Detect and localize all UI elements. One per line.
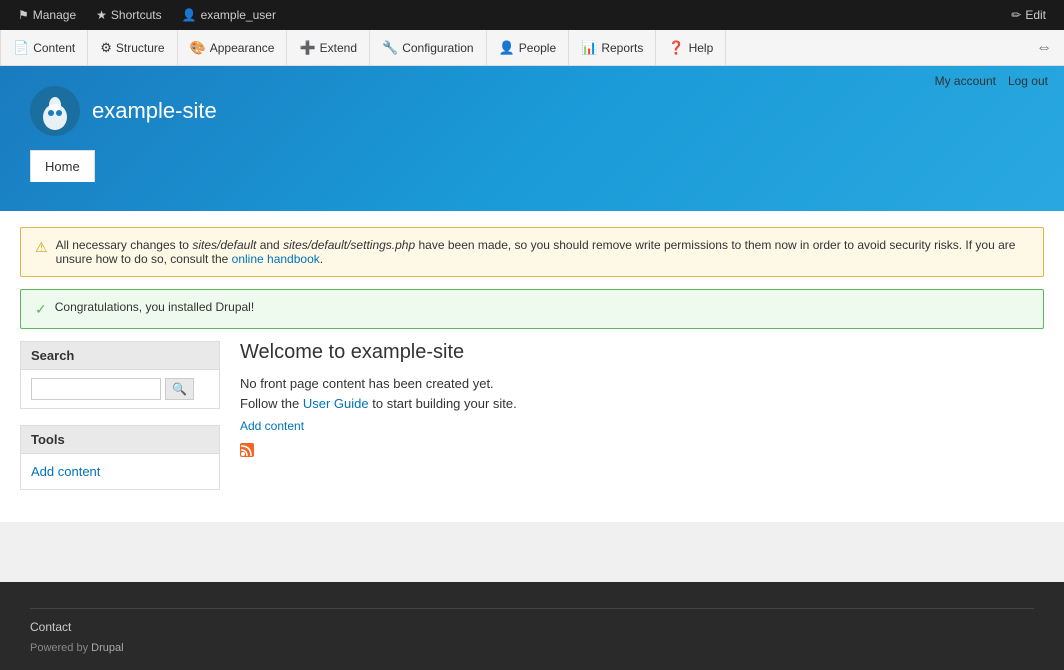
footer: Contact Powered by Drupal [0, 582, 1064, 670]
appearance-icon: 🎨 [190, 40, 206, 56]
reports-icon: 📊 [581, 40, 597, 56]
tools-block-title: Tools [21, 426, 219, 454]
toolbar-left: 📄 Content ⚙ Structure 🎨 Appearance ➕ Ext… [0, 30, 726, 66]
site-header: My account Log out example-site Home [0, 66, 1064, 211]
site-logo [30, 86, 80, 136]
warning-text: All necessary changes to sites/default a… [56, 238, 1029, 266]
add-content-main-link[interactable]: Add content [240, 417, 1044, 435]
toolbar-extend[interactable]: ➕ Extend [287, 30, 370, 66]
warning-alert: ⚠ All necessary changes to sites/default… [20, 227, 1044, 277]
toolbar-structure[interactable]: ⚙ Structure [88, 30, 177, 66]
body-text-2: Follow the User Guide to start building … [240, 394, 1044, 414]
admin-bar-left: ⚑ Manage ★ Shortcuts 👤 example_user [8, 0, 286, 30]
search-form: 🔍 [31, 378, 209, 400]
toolbar-structure-label: Structure [116, 41, 165, 55]
toolbar-content[interactable]: 📄 Content [0, 30, 88, 66]
expand-icon[interactable]: ⇔ [1032, 35, 1056, 61]
drupal-link[interactable]: Drupal [91, 642, 123, 654]
tools-block: Tools Add content [20, 425, 220, 490]
site-nav: Home [30, 150, 1034, 181]
extend-icon: ➕ [299, 40, 315, 56]
footer-divider [30, 608, 1034, 609]
footer-spacer [0, 522, 1064, 582]
user-label: example_user [201, 8, 276, 22]
drupal-logo-svg [35, 91, 75, 131]
toolbar-right: ⇔ [1032, 35, 1064, 61]
add-content-sidebar-link[interactable]: Add content [31, 462, 209, 481]
search-input[interactable] [31, 378, 161, 400]
success-text: Congratulations, you installed Drupal! [55, 300, 254, 314]
user-menu-item[interactable]: 👤 example_user [172, 0, 286, 30]
search-block: Search 🔍 [20, 341, 220, 409]
page-title: Welcome to example-site [240, 341, 1044, 364]
home-tab-link[interactable]: Home [30, 150, 95, 182]
content-icon: 📄 [13, 40, 29, 56]
success-alert: ✓ Congratulations, you installed Drupal! [20, 289, 1044, 329]
rss-icon[interactable] [240, 441, 1044, 465]
structure-icon: ⚙ [100, 40, 112, 56]
search-block-content: 🔍 [21, 370, 219, 408]
checkmark-icon: ✓ [35, 301, 47, 318]
pencil-icon: ✏ [1011, 8, 1021, 22]
help-icon: ❓ [668, 40, 684, 56]
nav-tabs: Home [30, 150, 1034, 181]
admin-bar: ⚑ Manage ★ Shortcuts 👤 example_user ✏ Ed… [0, 0, 1064, 30]
my-account-link[interactable]: My account [935, 74, 996, 88]
page-body: No front page content has been created y… [240, 374, 1044, 465]
body-text-1: No front page content has been created y… [240, 374, 1044, 394]
user-icon: 👤 [182, 8, 197, 22]
handbook-link[interactable]: online handbook [232, 252, 320, 266]
content-layout: Search 🔍 Tools Add content Welcome to ex… [20, 341, 1044, 506]
manage-label: Manage [33, 8, 76, 22]
edit-menu-item[interactable]: ✏ Edit [1001, 0, 1056, 30]
toolbar-reports[interactable]: 📊 Reports [569, 30, 656, 66]
secondary-toolbar: 📄 Content ⚙ Structure 🎨 Appearance ➕ Ext… [0, 30, 1064, 66]
toolbar-configuration[interactable]: 🔧 Configuration [370, 30, 487, 66]
toolbar-help[interactable]: ❓ Help [656, 30, 726, 66]
warning-icon: ⚠ [35, 239, 48, 256]
shortcuts-label: Shortcuts [111, 8, 162, 22]
toolbar-people-label: People [519, 41, 556, 55]
admin-bar-right: ✏ Edit [1001, 0, 1056, 30]
contact-link[interactable]: Contact [30, 620, 71, 634]
site-name-link[interactable]: example-site [92, 98, 217, 124]
search-block-title: Search [21, 342, 219, 370]
toolbar-content-label: Content [33, 41, 75, 55]
footer-links: Contact [30, 619, 1034, 634]
main-content: ⚠ All necessary changes to sites/default… [0, 211, 1064, 522]
configuration-icon: 🔧 [382, 40, 398, 56]
tools-block-content: Add content [21, 454, 219, 489]
toolbar-people[interactable]: 👤 People [487, 30, 570, 66]
header-user-links: My account Log out [935, 74, 1048, 88]
main-section: Welcome to example-site No front page co… [240, 341, 1044, 506]
site-brand: example-site [30, 86, 1034, 136]
people-icon: 👤 [499, 40, 515, 56]
toolbar-configuration-label: Configuration [402, 41, 473, 55]
search-button[interactable]: 🔍 [165, 378, 194, 400]
toolbar-help-label: Help [689, 41, 714, 55]
toolbar-appearance-label: Appearance [210, 41, 275, 55]
manage-menu-item[interactable]: ⚑ Manage [8, 0, 86, 30]
footer-powered: Powered by Drupal [30, 642, 1034, 654]
toolbar-extend-label: Extend [320, 41, 357, 55]
shortcuts-menu-item[interactable]: ★ Shortcuts [86, 0, 171, 30]
manage-icon: ⚑ [18, 8, 29, 22]
user-guide-link[interactable]: User Guide [303, 396, 369, 411]
toolbar-appearance[interactable]: 🎨 Appearance [178, 30, 288, 66]
edit-label: Edit [1025, 8, 1046, 22]
toolbar-reports-label: Reports [601, 41, 643, 55]
home-tab[interactable]: Home [30, 150, 95, 181]
sidebar: Search 🔍 Tools Add content [20, 341, 220, 506]
log-out-link[interactable]: Log out [1008, 74, 1048, 88]
star-icon: ★ [96, 8, 107, 22]
